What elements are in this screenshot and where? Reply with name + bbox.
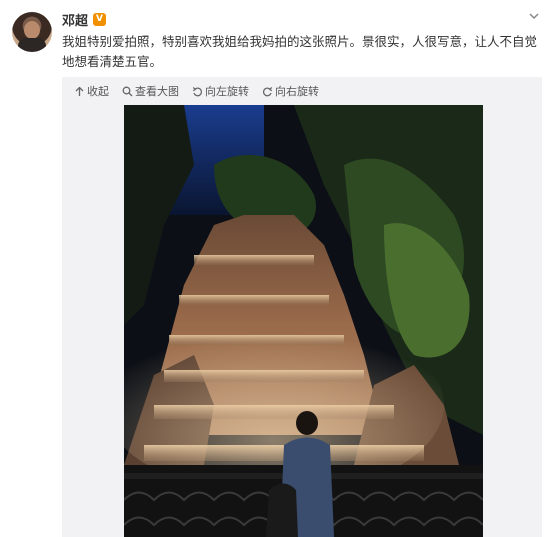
rotate-left-label: 向左旋转 xyxy=(205,85,249,98)
username[interactable]: 邓超 xyxy=(62,10,88,29)
post-photo[interactable] xyxy=(124,105,483,537)
view-large-label: 查看大图 xyxy=(135,85,179,98)
media-toolbar: 收起 查看大图 向左旋转 向右旋转 xyxy=(62,77,319,105)
collapse-label: 收起 xyxy=(87,85,109,98)
rotate-right-icon xyxy=(262,86,273,96)
verified-icon: V xyxy=(93,13,107,26)
post-text: 我姐特别爱拍照，特别喜欢我姐给我妈拍的这张照片。景很实，人很写意，让人不自觉地想… xyxy=(62,34,538,69)
magnifier-icon xyxy=(122,86,133,96)
arrow-up-icon xyxy=(75,86,84,96)
author-row: 邓超 V xyxy=(62,10,107,29)
rotate-right-button[interactable]: 向右旋转 xyxy=(262,83,319,99)
chevron-down-icon[interactable] xyxy=(528,10,540,22)
rotate-right-label: 向右旋转 xyxy=(275,85,319,98)
rotate-left-icon xyxy=(192,86,203,96)
view-large-button[interactable]: 查看大图 xyxy=(122,83,179,99)
avatar[interactable] xyxy=(12,12,52,52)
avatar-face xyxy=(24,21,40,39)
avatar-body xyxy=(18,38,46,52)
collapse-button[interactable]: 收起 xyxy=(74,83,109,99)
photo-scene xyxy=(124,105,483,537)
rotate-left-button[interactable]: 向左旋转 xyxy=(192,83,249,99)
media-box: 收起 查看大图 向左旋转 向右旋转 xyxy=(62,77,542,537)
